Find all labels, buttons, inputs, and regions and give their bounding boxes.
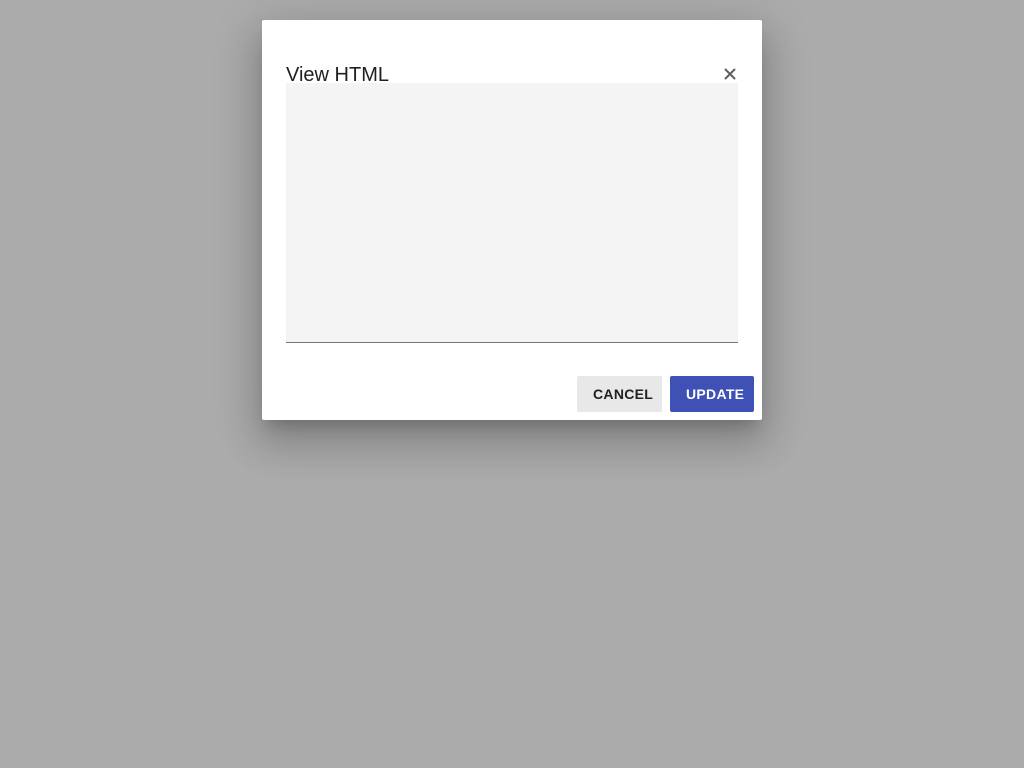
html-source-textarea[interactable]: [286, 83, 738, 343]
view-html-dialog: View HTML CANCEL UPDATE: [262, 20, 762, 420]
close-icon: [724, 68, 736, 80]
update-button[interactable]: UPDATE: [670, 376, 754, 412]
cancel-button[interactable]: CANCEL: [577, 376, 662, 412]
